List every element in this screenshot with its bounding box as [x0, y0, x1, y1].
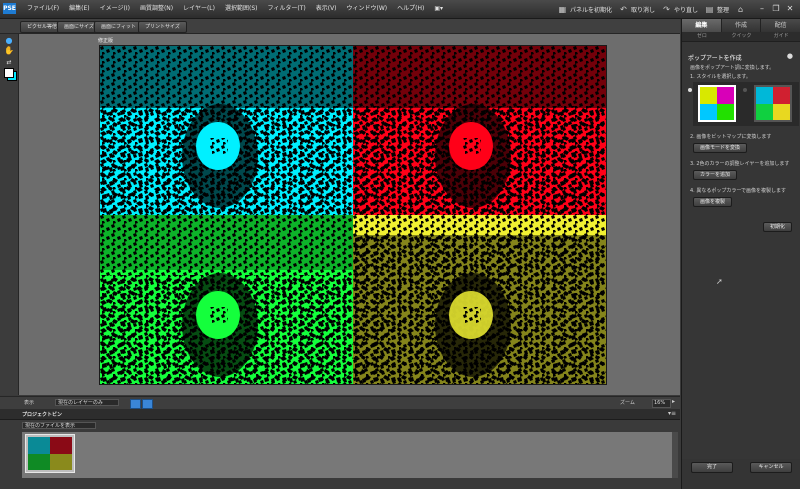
zoom-arrow-icon[interactable]: ▸: [672, 398, 675, 405]
options-bar: ピクセル等倍 画面にサイズ 画面にフィット プリントサイズ: [0, 19, 680, 34]
app-logo: PSE: [3, 3, 16, 14]
menu-view[interactable]: 表示(V): [311, 0, 342, 18]
bin-filter-select[interactable]: 現在のファイルを表示: [22, 422, 96, 429]
style-1-radio[interactable]: [688, 88, 692, 92]
organizer-icon: ▤: [705, 4, 714, 14]
tab-edit[interactable]: 編集: [682, 19, 722, 32]
layer-view-select[interactable]: 現在のレイヤーのみ: [55, 399, 119, 406]
zoom-label: ズーム: [620, 400, 635, 406]
step-4-label: 4. 異なるポップカラーで画像を複製します: [690, 188, 787, 194]
tools-panel: ● ✋ ⇄: [0, 34, 19, 395]
panel-description: 画像をポップアート調に変換します。: [690, 65, 775, 71]
arrange-icon[interactable]: [142, 399, 153, 409]
style-1-thumbnail[interactable]: [698, 85, 736, 122]
quad-green: [100, 215, 353, 384]
quad-yellow: [353, 215, 606, 384]
minimize-icon[interactable]: –: [756, 3, 768, 14]
guided-edit-panel: 編集 作成 配信 ゼロ クイック ガイド ポップアートを作成 ● 画像をポップア…: [681, 19, 800, 489]
menu-select[interactable]: 選択範囲(S): [220, 0, 263, 18]
bin-menu-icon[interactable]: ▾≡: [668, 410, 676, 417]
style-2-thumbnail[interactable]: [754, 85, 792, 122]
menu-file[interactable]: ファイル(F): [22, 0, 64, 18]
layers-icon[interactable]: [130, 399, 141, 409]
reset-panels-button[interactable]: ▦ パネルを初期化: [558, 5, 612, 14]
style-picker: [688, 82, 799, 126]
restore-icon[interactable]: ❐: [770, 3, 782, 14]
step-2-label: 2. 画像をビットマップに変換します: [690, 134, 772, 140]
close-icon[interactable]: ✕: [784, 3, 796, 14]
style-2-radio[interactable]: [743, 88, 747, 92]
zoom-tool-icon[interactable]: ●: [4, 36, 14, 45]
project-bin-title: プロジェクトビン: [22, 412, 63, 418]
menu-edit[interactable]: 編集(E): [64, 0, 94, 18]
project-bin-header: プロジェクトビン ▾≡: [0, 409, 680, 420]
panel-footer: 完了 キャンセル: [682, 459, 800, 489]
project-bin: 現在のファイルを表示: [0, 420, 680, 480]
image-thumbnail[interactable]: [25, 434, 75, 473]
zoom-input[interactable]: 16%: [652, 399, 671, 408]
document-title: 修正版: [98, 38, 114, 44]
organizer-button[interactable]: ▤ 整理: [705, 5, 729, 14]
workspace-switch-icon[interactable]: ▣▾: [429, 0, 448, 18]
hand-tool-icon[interactable]: ✋: [4, 46, 14, 55]
home-icon: ⌂: [737, 4, 744, 14]
add-color-button[interactable]: カラーを追加: [693, 170, 738, 180]
menu-window[interactable]: ウィンドウ(W): [342, 0, 393, 18]
bin-scrollbar[interactable]: [672, 432, 678, 478]
reset-button[interactable]: 初期化: [763, 222, 793, 232]
view-label: 表示: [24, 400, 35, 406]
quad-red: [353, 46, 606, 215]
menu-filter[interactable]: フィルター(T): [263, 0, 311, 18]
step-3-label: 3. 2色のカラーの調整レイヤーを追加します: [690, 161, 790, 167]
menu-enhance[interactable]: 画質調整(N): [135, 0, 178, 18]
redo-icon: ↷: [663, 4, 670, 14]
menu-image[interactable]: イメージ(I): [95, 0, 135, 18]
undo-button[interactable]: ↶ 取り消し: [619, 5, 655, 14]
menu-bar: PSE ファイル(F) 編集(E) イメージ(I) 画質調整(N) レイヤー(L…: [0, 0, 800, 19]
pop-art-canvas[interactable]: [99, 45, 607, 385]
swap-colors-icon[interactable]: ⇄: [4, 58, 14, 67]
home-button[interactable]: ⌂: [736, 5, 748, 14]
mouse-cursor-icon: ➚: [716, 277, 723, 286]
tab-create[interactable]: 作成: [721, 19, 762, 32]
step-1-label: 1. スタイルを選択します。: [690, 74, 751, 80]
fill-screen-button[interactable]: 画面にフィット: [94, 21, 143, 33]
subtab-quick[interactable]: クイック: [722, 32, 762, 41]
foreground-color-swatch[interactable]: [4, 68, 14, 78]
subtab-full[interactable]: ゼロ: [682, 32, 722, 41]
undo-icon: ↶: [620, 4, 627, 14]
help-icon[interactable]: ●: [787, 52, 793, 60]
convert-mode-button[interactable]: 画像モードを変換: [693, 143, 748, 153]
status-bar: 表示 現在のレイヤーのみ ズーム 16% ▸: [0, 396, 680, 410]
duplicate-image-button[interactable]: 画像を複製: [693, 197, 733, 207]
redo-button[interactable]: ↷ やり直し: [662, 5, 698, 14]
bin-content: [22, 432, 678, 478]
menu-layer[interactable]: レイヤー(L): [178, 0, 220, 18]
menu-help[interactable]: ヘルプ(H): [392, 0, 429, 18]
panel-title: ポップアートを作成: [688, 55, 742, 62]
quad-cyan: [100, 46, 353, 215]
cancel-button[interactable]: キャンセル: [750, 462, 792, 473]
done-button[interactable]: 完了: [691, 462, 733, 473]
subtab-guided[interactable]: ガイド: [761, 32, 800, 41]
panels-icon: ▦: [558, 4, 567, 14]
print-size-button[interactable]: プリントサイズ: [138, 21, 187, 33]
tab-share[interactable]: 配信: [761, 19, 800, 32]
